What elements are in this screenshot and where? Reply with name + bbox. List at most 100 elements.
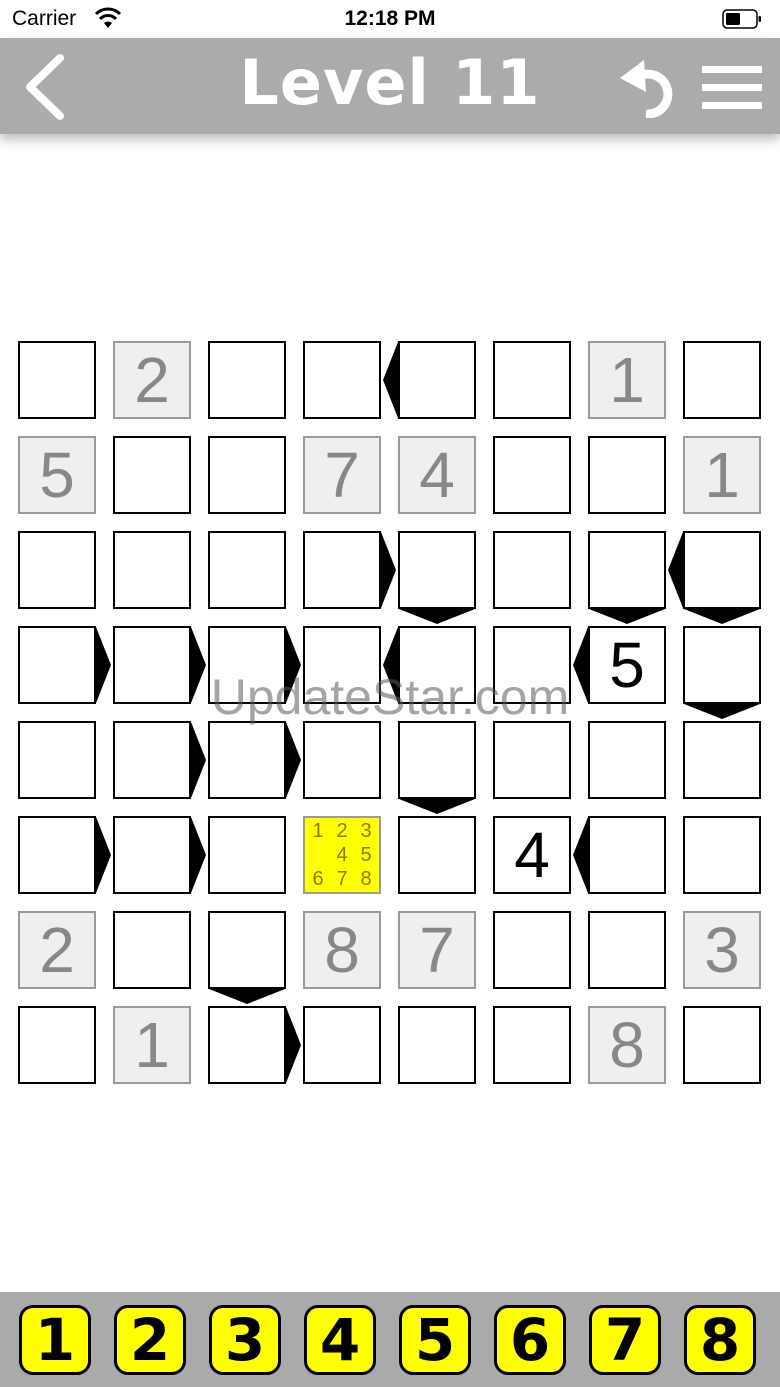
inequality-less-arrow xyxy=(573,627,588,703)
cell-r8-c1[interactable] xyxy=(18,1006,96,1084)
inequality-less-arrow xyxy=(383,342,398,418)
cell-r8-c8[interactable] xyxy=(683,1006,761,1084)
cell-value: 1 xyxy=(704,439,740,511)
cell-r5-c6[interactable] xyxy=(493,721,571,799)
number-key-5[interactable]: 5 xyxy=(399,1305,471,1375)
cell-r1-c7[interactable]: 1 xyxy=(588,341,666,419)
cell-value: 8 xyxy=(324,914,360,986)
cell-r2-c2[interactable] xyxy=(113,436,191,514)
cell-r1-c1[interactable] xyxy=(18,341,96,419)
cell-r8-c6[interactable] xyxy=(493,1006,571,1084)
inequality-down-arrow xyxy=(399,799,475,814)
cell-r8-c3[interactable] xyxy=(208,1006,286,1084)
number-key-6[interactable]: 6 xyxy=(494,1305,566,1375)
cell-r6-c8[interactable] xyxy=(683,816,761,894)
cell-value: 5 xyxy=(609,629,645,701)
note-digit: 7 xyxy=(336,867,348,890)
cell-r6-c5[interactable] xyxy=(398,816,476,894)
cell-r5-c5[interactable] xyxy=(398,721,476,799)
cell-r8-c2[interactable]: 1 xyxy=(113,1006,191,1084)
cell-value: 4 xyxy=(514,819,550,891)
cell-r5-c2[interactable] xyxy=(113,721,191,799)
cell-value: 2 xyxy=(134,344,170,416)
cell-r4-c7[interactable]: 5 xyxy=(588,626,666,704)
number-key-label: 5 xyxy=(414,1306,456,1374)
note-digit: 5 xyxy=(360,843,372,866)
cell-r1-c5[interactable] xyxy=(398,341,476,419)
cell-r4-c1[interactable] xyxy=(18,626,96,704)
cell-r4-c8[interactable] xyxy=(683,626,761,704)
cell-r5-c3[interactable] xyxy=(208,721,286,799)
number-key-4[interactable]: 4 xyxy=(304,1305,376,1375)
cell-value: 7 xyxy=(324,439,360,511)
number-pad: 12345678 xyxy=(0,1292,780,1387)
cell-r3-c7[interactable] xyxy=(588,531,666,609)
cell-r8-c7[interactable]: 8 xyxy=(588,1006,666,1084)
cell-r6-c3[interactable] xyxy=(208,816,286,894)
cell-r5-c1[interactable] xyxy=(18,721,96,799)
cell-r2-c6[interactable] xyxy=(493,436,571,514)
number-key-label: 7 xyxy=(604,1306,646,1374)
cell-r1-c3[interactable] xyxy=(208,341,286,419)
cell-r5-c8[interactable] xyxy=(683,721,761,799)
cell-value: 1 xyxy=(134,1009,170,1081)
number-key-label: 6 xyxy=(509,1306,551,1374)
number-key-7[interactable]: 7 xyxy=(589,1305,661,1375)
cell-r8-c5[interactable] xyxy=(398,1006,476,1084)
cell-r4-c3[interactable] xyxy=(208,626,286,704)
undo-icon[interactable] xyxy=(618,56,680,118)
cell-r7-c1[interactable]: 2 xyxy=(18,911,96,989)
cell-r3-c3[interactable] xyxy=(208,531,286,609)
number-key-2[interactable]: 2 xyxy=(114,1305,186,1375)
cell-r2-c4[interactable]: 7 xyxy=(303,436,381,514)
number-key-1[interactable]: 1 xyxy=(19,1305,91,1375)
cell-r3-c6[interactable] xyxy=(493,531,571,609)
inequality-less-arrow xyxy=(383,627,398,703)
cell-r7-c5[interactable]: 7 xyxy=(398,911,476,989)
number-key-3[interactable]: 3 xyxy=(209,1305,281,1375)
cell-r4-c5[interactable] xyxy=(398,626,476,704)
cell-r1-c4[interactable] xyxy=(303,341,381,419)
cell-r2-c7[interactable] xyxy=(588,436,666,514)
inequality-greater-arrow xyxy=(286,722,301,798)
cell-r7-c6[interactable] xyxy=(493,911,571,989)
header: Level 11 xyxy=(0,38,780,134)
cell-r5-c4[interactable] xyxy=(303,721,381,799)
cell-r4-c4[interactable] xyxy=(303,626,381,704)
cell-r6-c4[interactable]: 12345 678 xyxy=(303,816,381,894)
inequality-greater-arrow xyxy=(191,722,206,798)
cell-r3-c8[interactable] xyxy=(683,531,761,609)
cell-r3-c5[interactable] xyxy=(398,531,476,609)
cell-r3-c2[interactable] xyxy=(113,531,191,609)
cell-r4-c2[interactable] xyxy=(113,626,191,704)
cell-r6-c6[interactable]: 4 xyxy=(493,816,571,894)
note-digit: 4 xyxy=(336,843,348,866)
cell-r1-c2[interactable]: 2 xyxy=(113,341,191,419)
cell-value: 4 xyxy=(419,439,455,511)
cell-r6-c1[interactable] xyxy=(18,816,96,894)
note-digit: 8 xyxy=(360,867,372,890)
cell-r4-c6[interactable] xyxy=(493,626,571,704)
cell-r6-c2[interactable] xyxy=(113,816,191,894)
cell-r2-c1[interactable]: 5 xyxy=(18,436,96,514)
cell-r3-c4[interactable] xyxy=(303,531,381,609)
cell-r7-c2[interactable] xyxy=(113,911,191,989)
cell-r6-c7[interactable] xyxy=(588,816,666,894)
menu-icon[interactable] xyxy=(700,64,764,112)
cell-r8-c4[interactable] xyxy=(303,1006,381,1084)
inequality-less-arrow xyxy=(573,817,588,893)
cell-r2-c5[interactable]: 4 xyxy=(398,436,476,514)
number-key-8[interactable]: 8 xyxy=(684,1305,756,1375)
inequality-greater-arrow xyxy=(191,817,206,893)
cell-r2-c3[interactable] xyxy=(208,436,286,514)
inequality-down-arrow xyxy=(684,609,760,624)
cell-r7-c7[interactable] xyxy=(588,911,666,989)
cell-r7-c4[interactable]: 8 xyxy=(303,911,381,989)
cell-r7-c3[interactable] xyxy=(208,911,286,989)
cell-r1-c6[interactable] xyxy=(493,341,571,419)
cell-r1-c8[interactable] xyxy=(683,341,761,419)
cell-r2-c8[interactable]: 1 xyxy=(683,436,761,514)
cell-r5-c7[interactable] xyxy=(588,721,666,799)
cell-r7-c8[interactable]: 3 xyxy=(683,911,761,989)
cell-r3-c1[interactable] xyxy=(18,531,96,609)
